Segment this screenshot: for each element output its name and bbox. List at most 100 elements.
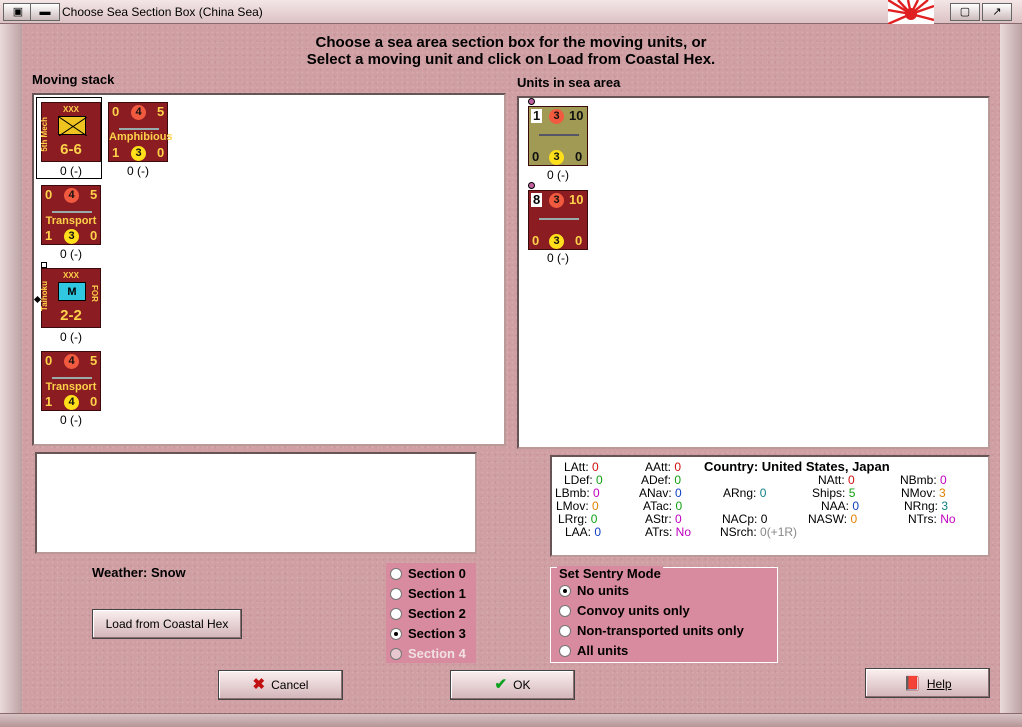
marker-icon [528,98,535,105]
japan-flag-icon [888,0,934,24]
num: 1 [531,108,543,123]
stat-laa: LAA: 0 [565,525,602,539]
stat-ldef: LDef: 0 [564,473,603,487]
num-circle: 3 [131,146,146,161]
left-frame [0,24,22,714]
system-menu-icon[interactable]: ▣ [3,3,33,21]
unit-counter-transport-2[interactable]: 0 4 5 Transport 1 4 0 [41,351,101,411]
num: 0 [575,233,583,248]
ship-icon [52,203,92,213]
sea-unit-counter-1[interactable]: 1 3 10 0 3 0 [528,106,588,166]
num: 0 [157,145,165,160]
num-circle: 4 [64,395,79,410]
num: 0 [532,233,540,248]
info-text-box [35,452,477,554]
stat-ships: Ships: 5 [812,486,856,500]
instruction-line-1: Choose a sea area section box for the mo… [315,34,707,51]
stats-panel: LAtt: 0 LDef: 0 LBmb: 0 LMov: 0 LRrg: 0 … [550,455,990,557]
stat-naa: NAA: 0 [821,499,860,513]
unit-size: XXX [62,271,79,280]
sentry-legend: Set Sentry Mode [557,566,663,581]
unit-counter-transport[interactable]: 0 4 5 Transport 1 3 0 [41,185,101,245]
ok-check-icon: ✔ [494,676,508,693]
num: 5 [90,353,98,368]
num-circle: 3 [64,229,79,244]
num: 5 [157,104,165,119]
unit-under-label: 0 (-) [60,247,82,261]
marker-icon [41,262,47,268]
unit-side: FOR [90,285,99,302]
num: 0 [575,149,583,164]
cancel-button[interactable]: ✖ Cancel [218,670,343,700]
restore-icon[interactable]: ▢ [950,3,980,21]
num: 0 [90,228,98,243]
dialog-window: ▣ ▬ Choose Sea Section Box (China Sea) ▢… [0,0,1022,727]
ship-icon [52,369,92,379]
load-from-coastal-hex-button[interactable]: Load from Coastal Hex [92,609,242,639]
stat-nasw: NASW: 0 [808,512,858,526]
sea-area-label: Units in sea area [517,75,621,90]
garrison-icon: M [58,282,86,301]
num-circle: 4 [64,188,79,203]
stat-arng: ARng: 0 [723,486,767,500]
unit-under-label: 0 (-) [127,164,149,178]
ok-button[interactable]: ✔ OK [450,670,575,700]
stat-nmov: NMov: 3 [901,486,946,500]
num: 5 [90,187,98,202]
marker-icon [528,182,535,189]
unit-counter-5th-mech[interactable]: XXX 5th Mech 6-6 [40,102,101,162]
stat-aatt: AAtt: 0 [645,460,682,474]
stat-anav: ANav: 0 [639,486,682,500]
num: 0 [90,394,98,409]
stat-astr: AStr: 0 [645,512,682,526]
unit-under-label: 0 (-) [60,413,82,427]
title-bar: ▣ ▬ Choose Sea Section Box (China Sea) ▢… [0,0,1022,24]
num: 1 [45,394,53,409]
num: 0 [532,149,540,164]
num-circle: 3 [549,193,564,208]
stat-nbmb: NBmb: 0 [900,473,947,487]
unit-counter-taihoku[interactable]: XXX M Taihoku FOR 2-2 [40,268,101,328]
unit-name: Transport [45,215,97,227]
sentry-mode-group: Set Sentry Mode No units Convoy units on… [550,566,778,663]
unit-value: 6-6 [60,141,82,158]
right-frame [1000,24,1022,714]
unit-value: 2-2 [60,307,82,324]
num-circle: 4 [64,354,79,369]
help-button[interactable]: 📕 Help [865,668,990,698]
stat-atac: ATac: 0 [643,499,683,513]
minimize-icon[interactable]: ▬ [30,3,60,21]
sea-unit-counter-2[interactable]: 8 3 10 0 3 0 [528,190,588,250]
num: 1 [45,228,53,243]
unit-size: XXX [62,105,79,114]
ship-icon [539,210,579,220]
section-radio-group: Section 0 Section 1 Section 2 Section 3 … [386,563,476,663]
num: 10 [569,108,584,123]
stat-latt: LAtt: 0 [564,460,599,474]
unit-name: Transport [45,381,97,393]
stat-country: Country: United States, Japan [704,459,890,474]
window-title: Choose Sea Section Box (China Sea) [62,5,263,19]
num: 0 [112,104,120,119]
mech-icon [58,116,88,137]
weather-label: Weather: Snow [92,565,186,580]
unit-under-label: 0 (-) [547,251,569,265]
stat-atrs: ATrs: No [645,525,692,539]
num-circle: 4 [131,105,146,120]
stat-natt: NAtt: 0 [818,473,855,487]
num: 0 [45,187,53,202]
unit-under-label: 0 (-) [60,164,82,178]
sea-area-panel[interactable]: 1 3 10 0 3 0 0 (-) 8 3 10 0 3 0 0 (-) [517,96,990,449]
stat-lbmb: LBmb: 0 [555,486,600,500]
moving-stack-panel[interactable]: XXX 5th Mech 6-6 0 (-) 0 4 5 Amphibious … [32,93,506,446]
stat-nacp: NACp: 0 [722,512,768,526]
num: 1 [112,145,120,160]
maximize-icon[interactable]: ↗ [982,3,1012,21]
unit-under-label: 0 (-) [60,330,82,344]
stat-ntrs: NTrs: No [908,512,956,526]
cancel-x-icon: ✖ [252,676,266,693]
unit-counter-amphibious[interactable]: 0 4 5 Amphibious 1 3 0 [108,102,173,162]
stat-adef: ADef: 0 [641,473,682,487]
help-book-icon: 📕 [903,675,921,691]
ship-icon [119,120,159,130]
